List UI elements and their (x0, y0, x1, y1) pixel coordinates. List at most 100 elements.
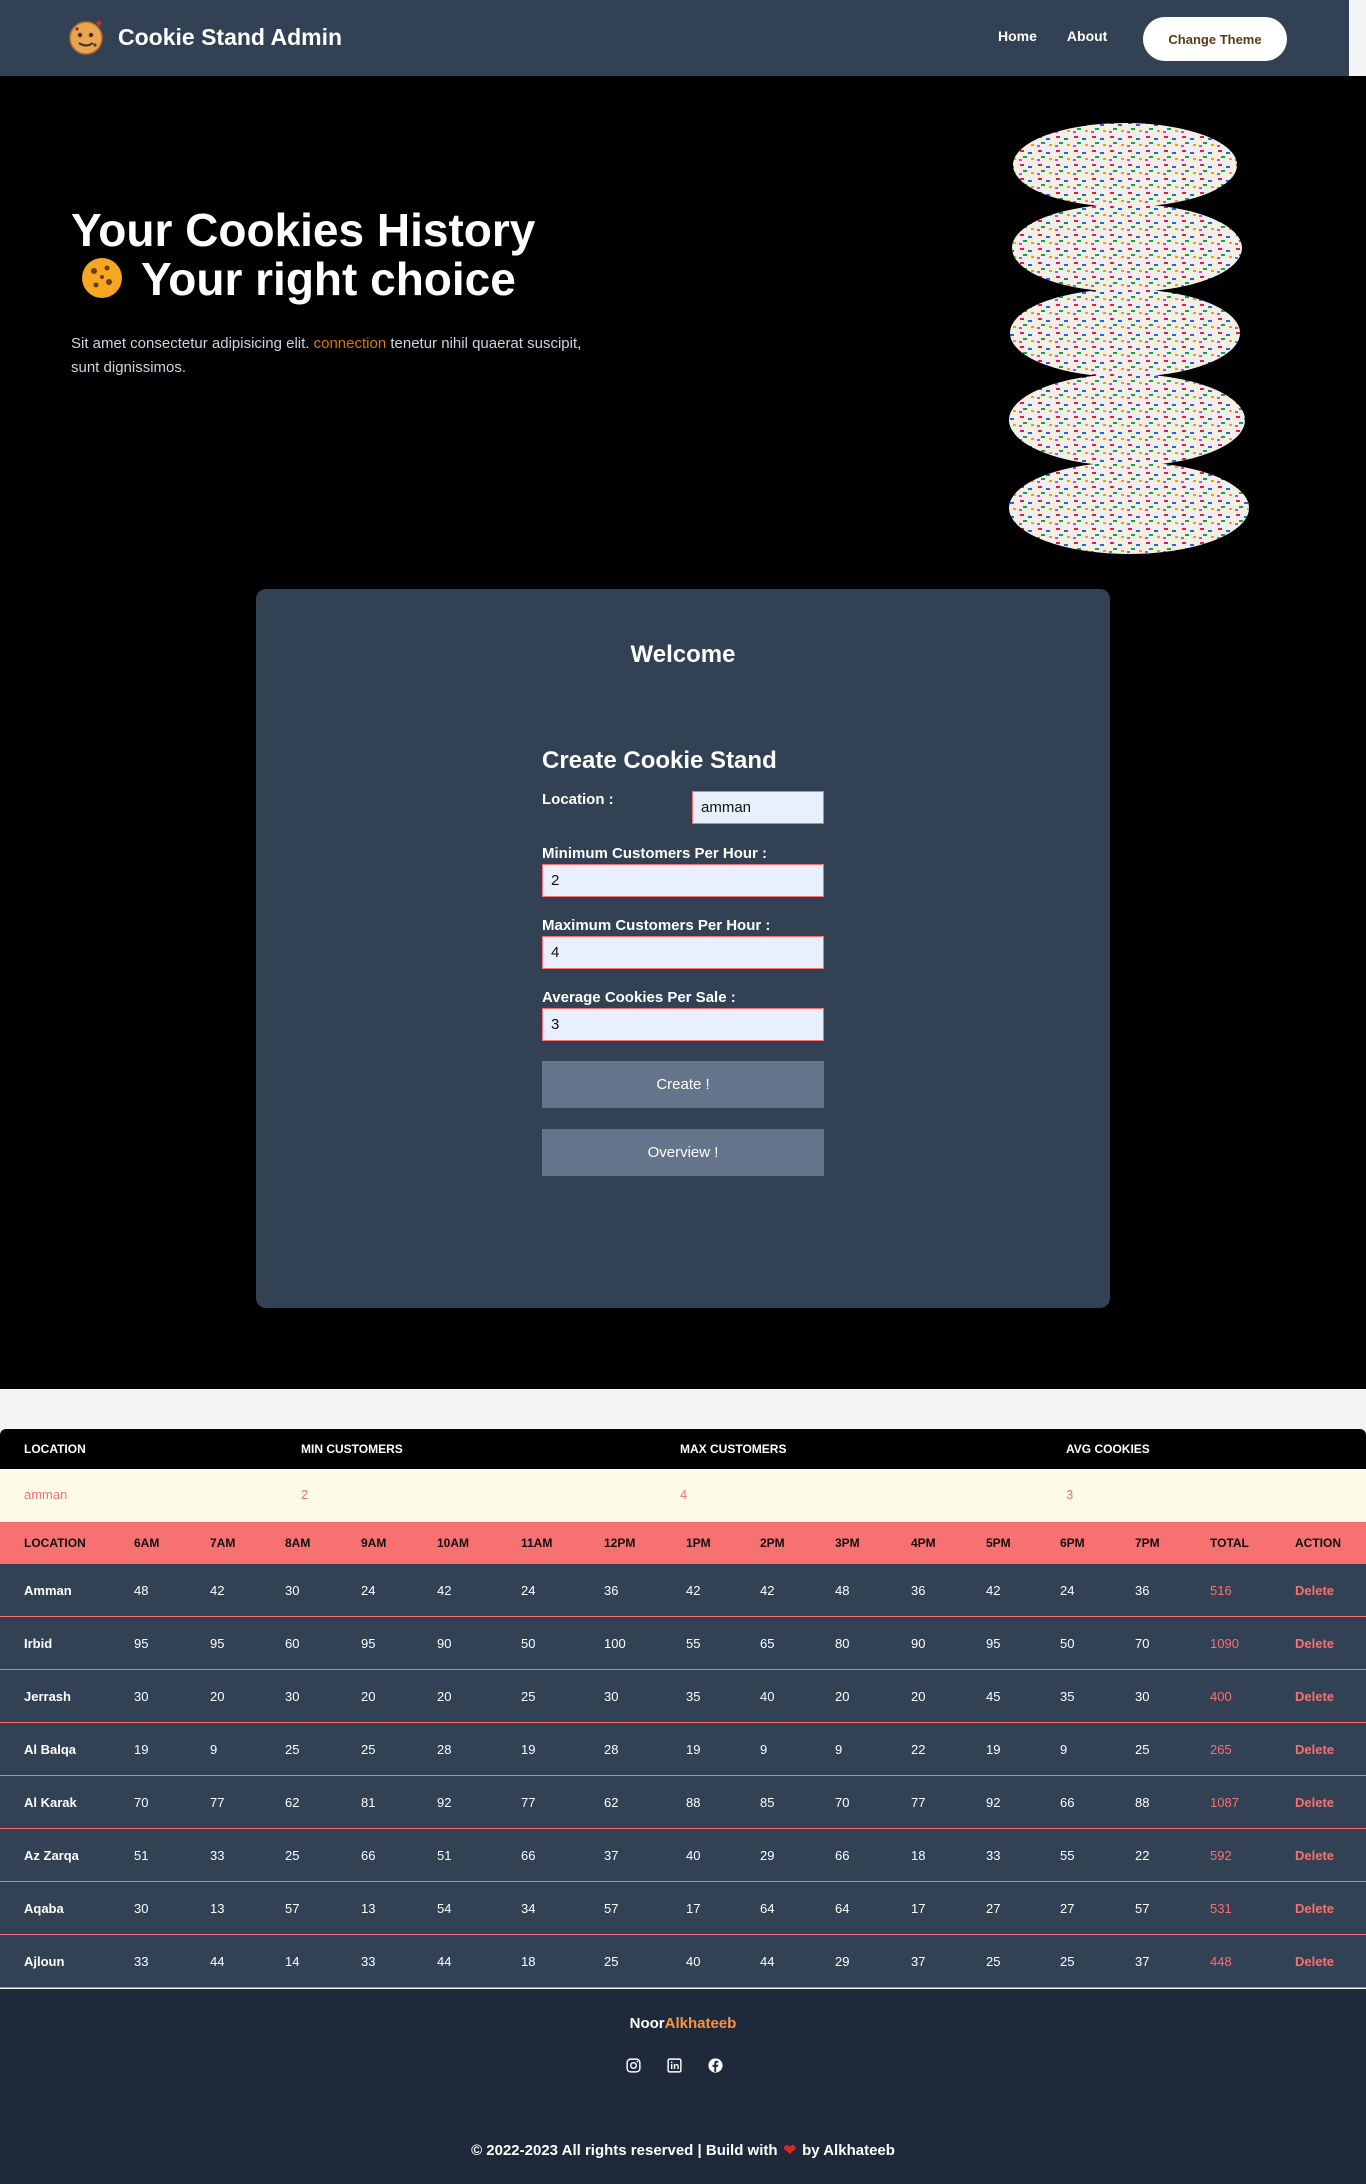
delete-button[interactable]: Delete (1295, 1670, 1334, 1723)
sales-table-body: Amman 48 42 30 24 42 24 36 42 42 48 36 42 24 36 516 Dele… (0, 1564, 1366, 1988)
table-row: Al Balqa 19 9 25 25 28 19 28 19 9 9 22 19 9 25 265 Delet… (0, 1723, 1366, 1776)
instagram-icon[interactable] (625, 2057, 642, 2074)
hour-cell: 19 (521, 1742, 536, 1757)
hour-cell: 40 (760, 1689, 775, 1704)
hour-cell: 42 (760, 1583, 775, 1598)
location-cell: Al Balqa (24, 1742, 77, 1757)
hour-cell: 40 (686, 1848, 701, 1863)
form-title: Create Cookie Stand (542, 747, 777, 774)
hour-cell: 35 (686, 1689, 701, 1704)
hour-cell: 13 (361, 1901, 376, 1916)
hour-cell: 25 (521, 1689, 536, 1704)
max-customers-input[interactable] (542, 936, 824, 969)
min-customers-input[interactable] (542, 864, 824, 897)
delete-button[interactable]: Delete (1295, 1617, 1334, 1670)
sales-header-cell: 4PM (911, 1536, 936, 1550)
hour-cell: 64 (835, 1901, 850, 1916)
hour-cell: 44 (437, 1954, 452, 1969)
copyright-text: by Alkhateeb (802, 2142, 895, 2159)
create-stand-card: Welcome Create Cookie Stand Location : M… (256, 589, 1110, 1308)
hour-cell: 44 (210, 1954, 225, 1969)
facebook-icon[interactable] (707, 2057, 724, 2074)
hour-cell: 95 (134, 1636, 149, 1651)
table-row: Al Karak 70 77 62 81 92 77 62 88 85 70 77 92 66 88 1087… (0, 1776, 1366, 1829)
hour-cell: 19 (986, 1742, 1001, 1757)
table-row: Aqaba 30 13 57 13 54 34 57 17 64 64 17 27 27 57 531 Dele… (0, 1882, 1366, 1935)
hour-cell: 64 (760, 1901, 775, 1916)
delete-button[interactable]: Delete (1295, 1829, 1334, 1882)
hour-cell: 35 (1060, 1689, 1075, 1704)
hour-cell: 25 (604, 1954, 619, 1969)
location-row: Location : (542, 791, 824, 825)
hour-cell: 92 (437, 1795, 452, 1810)
hour-cell: 24 (361, 1583, 376, 1598)
social-icons (625, 2057, 724, 2074)
location-cell: Irbid (24, 1636, 53, 1651)
delete-button[interactable]: Delete (1295, 1564, 1334, 1617)
hour-cell: 42 (986, 1583, 1001, 1598)
total-cell: 1090 (1210, 1636, 1239, 1651)
footer: NoorAlkhateeb © 2022-2023 All rights res… (0, 1989, 1366, 2184)
welcome-heading: Welcome (630, 641, 736, 668)
delete-button[interactable]: Delete (1295, 1935, 1334, 1988)
copyright: © 2022-2023 All rights reserved | Build … (0, 2141, 1366, 2159)
overview-button[interactable]: Overview ! (542, 1129, 824, 1176)
table-row: Jerrash 30 20 30 20 20 25 30 35 40 20 20 45 35 30 400 De… (0, 1670, 1366, 1723)
hour-cell: 28 (437, 1742, 452, 1757)
hour-cell: 33 (210, 1848, 225, 1863)
location-input[interactable] (692, 791, 824, 824)
avg-cookies-label: Average Cookies Per Sale : (542, 989, 736, 1006)
summary-cell: 4 (680, 1487, 688, 1502)
brand[interactable]: Cookie Stand Admin (66, 17, 342, 57)
sales-header-cell: 3PM (835, 1536, 860, 1550)
hour-cell: 57 (285, 1901, 300, 1916)
hour-cell: 27 (1060, 1901, 1075, 1916)
sales-header-cell: 7AM (210, 1536, 236, 1550)
hour-cell: 70 (835, 1795, 850, 1810)
delete-button[interactable]: Delete (1295, 1882, 1334, 1935)
hour-cell: 30 (285, 1583, 300, 1598)
hour-cell: 30 (1135, 1689, 1150, 1704)
hour-cell: 77 (210, 1795, 225, 1810)
cookie-logo-icon (69, 20, 103, 55)
hero-title: Your Cookies History Your right choice (71, 206, 535, 304)
hour-cell: 95 (986, 1636, 1001, 1651)
hour-cell: 30 (604, 1689, 619, 1704)
linkedin-icon[interactable] (666, 2057, 683, 2074)
hour-cell: 48 (134, 1583, 149, 1598)
hero-text-part: Sit amet consectetur adipisicing elit. (71, 335, 314, 352)
hour-cell: 44 (760, 1954, 775, 1969)
hour-cell: 14 (285, 1954, 300, 1969)
hour-cell: 9 (210, 1742, 218, 1757)
hour-cell: 66 (1060, 1795, 1075, 1810)
sales-table: LOCATION 6AM 7AM 8AM 9AM 10AM 11AM 12PM 1PM 2PM 3P… (0, 1522, 1366, 1988)
hour-cell: 66 (521, 1848, 536, 1863)
nav-link-home[interactable]: Home (998, 28, 1037, 44)
hour-cell: 57 (604, 1901, 619, 1916)
change-theme-button[interactable]: Change Theme (1143, 17, 1287, 61)
hour-cell: 90 (911, 1636, 926, 1651)
hour-cell: 60 (285, 1636, 300, 1651)
summary-table: LOCATION MIN CUSTOMERS MAX CUSTOMERS AVG… (0, 1429, 1366, 1521)
delete-button[interactable]: Delete (1295, 1776, 1334, 1829)
hour-cell: 57 (1135, 1901, 1150, 1916)
hour-cell: 19 (134, 1742, 149, 1757)
table-row: Ajloun 33 44 14 33 44 18 25 40 44 29 37 25 25 37 448 Del… (0, 1935, 1366, 1988)
hour-cell: 36 (1135, 1583, 1150, 1598)
create-button[interactable]: Create ! (542, 1061, 824, 1108)
hour-cell: 95 (361, 1636, 376, 1651)
summary-table-row: amman 2 4 3 (0, 1469, 1366, 1521)
total-cell: 531 (1210, 1901, 1232, 1916)
total-cell: 592 (1210, 1848, 1232, 1863)
summary-cell: 3 (1066, 1487, 1074, 1502)
hour-cell: 42 (210, 1583, 225, 1598)
hour-cell: 36 (911, 1583, 926, 1598)
hour-cell: 55 (686, 1636, 701, 1651)
delete-button[interactable]: Delete (1295, 1723, 1334, 1776)
hero-section: Your Cookies History Your right choice S… (0, 76, 1366, 1389)
avg-cookies-input[interactable] (542, 1008, 824, 1041)
location-label: Location : (542, 791, 614, 808)
nav-link-about[interactable]: About (1067, 28, 1107, 44)
hour-cell: 25 (1060, 1954, 1075, 1969)
hour-cell: 62 (285, 1795, 300, 1810)
